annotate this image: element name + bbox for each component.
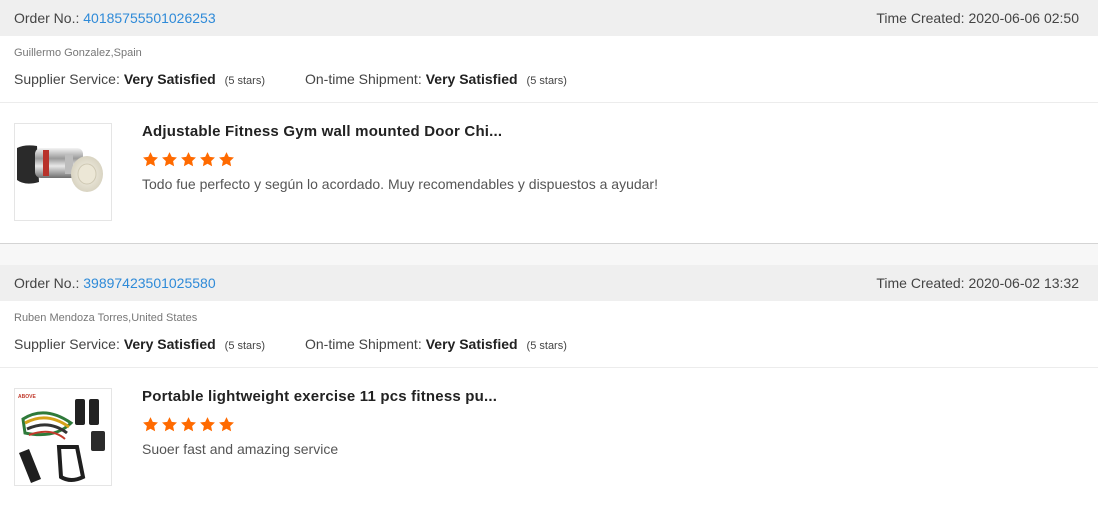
supplier-service-value: Very Satisfied [123, 336, 216, 352]
order-number-link[interactable]: 40185755501026253 [83, 10, 215, 26]
time-created-label: Time Created: [876, 10, 965, 26]
order-header: Order No.: 39897423501025580 Time Create… [0, 265, 1098, 301]
resistance-bands-product-image: ABOVE [17, 393, 105, 483]
service-ratings: Supplier Service: Very Satisfied (5 star… [14, 71, 1084, 87]
star-icon [181, 152, 196, 167]
product-rating-stars [142, 416, 497, 433]
supplier-service-rating: Supplier Service: Very Satisfied (5 star… [14, 336, 265, 352]
product-title-link[interactable]: Adjustable Fitness Gym wall mounted Door… [142, 123, 658, 140]
star-icon [200, 417, 215, 432]
buyer-name: Ruben Mendoza Torres,United States [14, 312, 198, 324]
star-icon [181, 417, 196, 432]
pull-up-bar-product-image [17, 145, 103, 192]
shipment-stars: (5 stars) [526, 340, 567, 352]
shipment-value: Very Satisfied [425, 71, 518, 87]
order-card: Order No.: 40185755501026253 Time Create… [0, 0, 1098, 243]
buyer-feedback-summary: Ruben Mendoza Torres,United States Suppl… [0, 301, 1098, 368]
order-separator [0, 243, 1098, 265]
product-review: ABOVE Portable lightweight exercise 11 p… [0, 368, 1098, 508]
star-icon [162, 152, 177, 167]
supplier-service-value: Very Satisfied [123, 71, 216, 87]
supplier-service-label: Supplier Service: [14, 336, 120, 352]
supplier-service-rating: Supplier Service: Very Satisfied (5 star… [14, 71, 265, 87]
product-info: Portable lightweight exercise 11 pcs fit… [142, 388, 497, 457]
product-info: Adjustable Fitness Gym wall mounted Door… [142, 123, 658, 192]
product-rating-stars [142, 151, 658, 168]
brand-mark-text: ABOVE [18, 394, 36, 400]
shipment-label: On-time Shipment: [305, 71, 422, 87]
star-icon [219, 152, 234, 167]
supplier-service-stars: (5 stars) [224, 75, 265, 87]
star-icon [219, 417, 234, 432]
order-number: Order No.: 40185755501026253 [14, 10, 216, 26]
time-created-value: 2020-06-02 13:32 [968, 275, 1079, 291]
order-number-link[interactable]: 39897423501025580 [83, 275, 215, 291]
shipment-value: Very Satisfied [425, 336, 518, 352]
product-title-link[interactable]: Portable lightweight exercise 11 pcs fit… [142, 388, 497, 405]
supplier-service-label: Supplier Service: [14, 71, 120, 87]
product-thumbnail[interactable] [14, 123, 112, 221]
shipment-stars: (5 stars) [526, 75, 567, 87]
buyer-feedback-summary: Guillermo Gonzalez,Spain Supplier Servic… [0, 36, 1098, 103]
review-comment: Todo fue perfecto y según lo acordado. M… [142, 176, 658, 192]
shipment-label: On-time Shipment: [305, 336, 422, 352]
shipment-rating: On-time Shipment: Very Satisfied (5 star… [305, 336, 567, 352]
star-icon [143, 417, 158, 432]
service-ratings: Supplier Service: Very Satisfied (5 star… [14, 336, 1084, 352]
review-comment: Suoer fast and amazing service [142, 441, 339, 457]
time-created-value: 2020-06-06 02:50 [968, 10, 1079, 26]
product-thumbnail[interactable]: ABOVE [14, 388, 112, 486]
order-number-label: Order No.: [14, 275, 80, 291]
star-icon [200, 152, 215, 167]
order-header: Order No.: 40185755501026253 Time Create… [0, 0, 1098, 36]
supplier-service-stars: (5 stars) [224, 340, 265, 352]
buyer-name: Guillermo Gonzalez,Spain [14, 47, 142, 59]
star-icon [143, 152, 158, 167]
time-created: Time Created: 2020-06-06 02:50 [876, 10, 1079, 26]
time-created-label: Time Created: [876, 275, 965, 291]
shipment-rating: On-time Shipment: Very Satisfied (5 star… [305, 71, 567, 87]
order-card: Order No.: 39897423501025580 Time Create… [0, 265, 1098, 508]
product-review: Adjustable Fitness Gym wall mounted Door… [0, 103, 1098, 243]
order-number-label: Order No.: [14, 10, 80, 26]
order-number: Order No.: 39897423501025580 [14, 275, 216, 291]
time-created: Time Created: 2020-06-02 13:32 [876, 275, 1079, 291]
star-icon [162, 417, 177, 432]
